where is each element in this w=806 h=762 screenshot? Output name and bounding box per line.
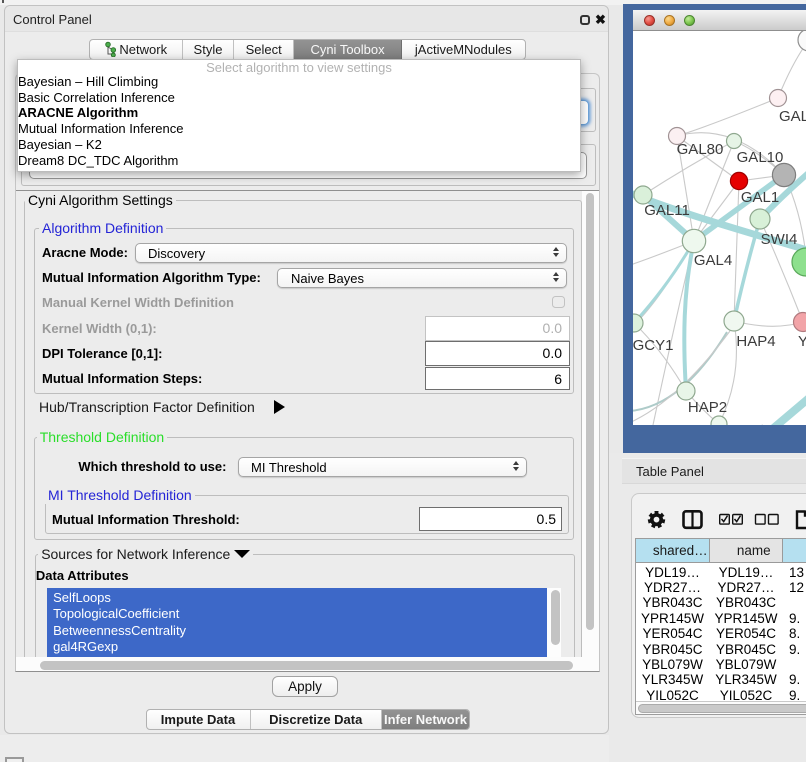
svg-text:GCY1: GCY1	[633, 337, 673, 354]
svg-text:GAL4: GAL4	[694, 252, 732, 269]
svg-text:GAL1: GAL1	[741, 189, 779, 206]
svg-text:GAL11: GAL11	[644, 202, 690, 219]
svg-text:GAL: GAL	[779, 108, 806, 125]
svg-text:GAL80: GAL80	[677, 141, 724, 158]
svg-text:SWI4: SWI4	[761, 231, 798, 248]
svg-text:GAL10: GAL10	[737, 149, 784, 166]
svg-text:HAP4: HAP4	[736, 333, 775, 350]
svg-text:HAP2: HAP2	[688, 399, 727, 416]
svg-text:Y: Y	[798, 333, 806, 350]
